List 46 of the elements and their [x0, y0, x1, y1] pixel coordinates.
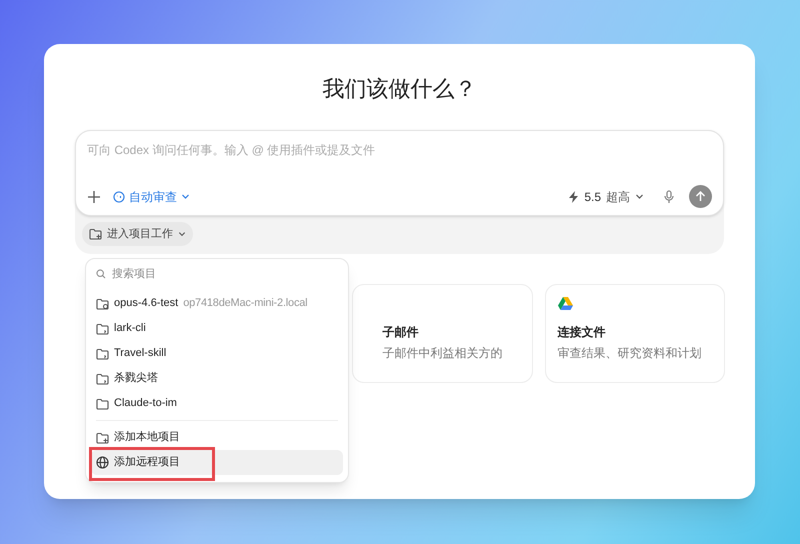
search-input[interactable]: 搜索项目 [112, 266, 262, 282]
project-host: op7418deMac-mini-2.local [183, 296, 308, 312]
arrow-up-icon [695, 191, 706, 202]
project-item[interactable]: Travel-skill [91, 341, 343, 366]
model-dropdown[interactable]: 5.5 超高 [569, 188, 644, 206]
page-title: 我们该做什么？ [322, 75, 476, 103]
suggestion-card[interactable]: 连接文件 审查结果、研究资料和计划 [544, 284, 725, 383]
send-button[interactable] [689, 185, 712, 208]
triangle-logo-icon [558, 297, 573, 310]
project-name: 杀戮尖塔 [114, 371, 158, 386]
plus-icon[interactable] [87, 190, 101, 204]
effort-label: 超高 [606, 188, 630, 206]
suggestion-card[interactable]: 子邮件 子邮件中利益相关方的 [352, 284, 533, 383]
folder-icon [96, 322, 109, 334]
project-item[interactable]: Claude-to-im [91, 391, 343, 416]
project-name: Claude-to-im [114, 396, 177, 412]
chevron-icon [178, 230, 186, 238]
folder-icon [96, 298, 109, 310]
project-item[interactable]: lark-cli [91, 316, 343, 341]
shield-icon [113, 190, 125, 202]
folder-icon [89, 228, 102, 240]
microphone-icon[interactable] [664, 190, 674, 204]
project-name: opus-4.6-test [114, 296, 178, 312]
project-item[interactable]: opus-4.6-test op7418deMac-mini-2.local [91, 291, 343, 316]
card-title: 子邮件 [382, 324, 420, 341]
mode-dropdown[interactable]: 自动审查 [113, 188, 190, 206]
menu-action[interactable]: 添加远程项目 [91, 450, 343, 475]
prompt-input[interactable]: 可向 Codex 询问任何事。输入 @ 使用插件或提及文件 [87, 141, 712, 159]
lightning-icon [569, 190, 580, 202]
card-title: 连接文件 [558, 324, 607, 341]
chevron-icon [181, 192, 190, 201]
globe-icon [96, 456, 109, 469]
project-dropdown[interactable]: 进入项目工作 [82, 222, 193, 246]
project-name: lark-cli [114, 321, 146, 336]
model-version: 5.5 [584, 188, 601, 206]
folder-icon [96, 432, 109, 444]
menu-action[interactable]: 添加本地项目 [91, 425, 343, 450]
chevron-icon [635, 192, 644, 201]
folder-icon [96, 348, 109, 360]
card-description: 审查结果、研究资料和计划 [558, 345, 703, 362]
folder-icon [96, 372, 109, 384]
project-name: Travel-skill [114, 346, 166, 362]
search-icon [96, 269, 106, 279]
folder-icon [96, 398, 109, 410]
project-item[interactable]: 杀戮尖塔 [91, 366, 343, 391]
card-description: 子邮件中利益相关方的 [382, 345, 504, 362]
